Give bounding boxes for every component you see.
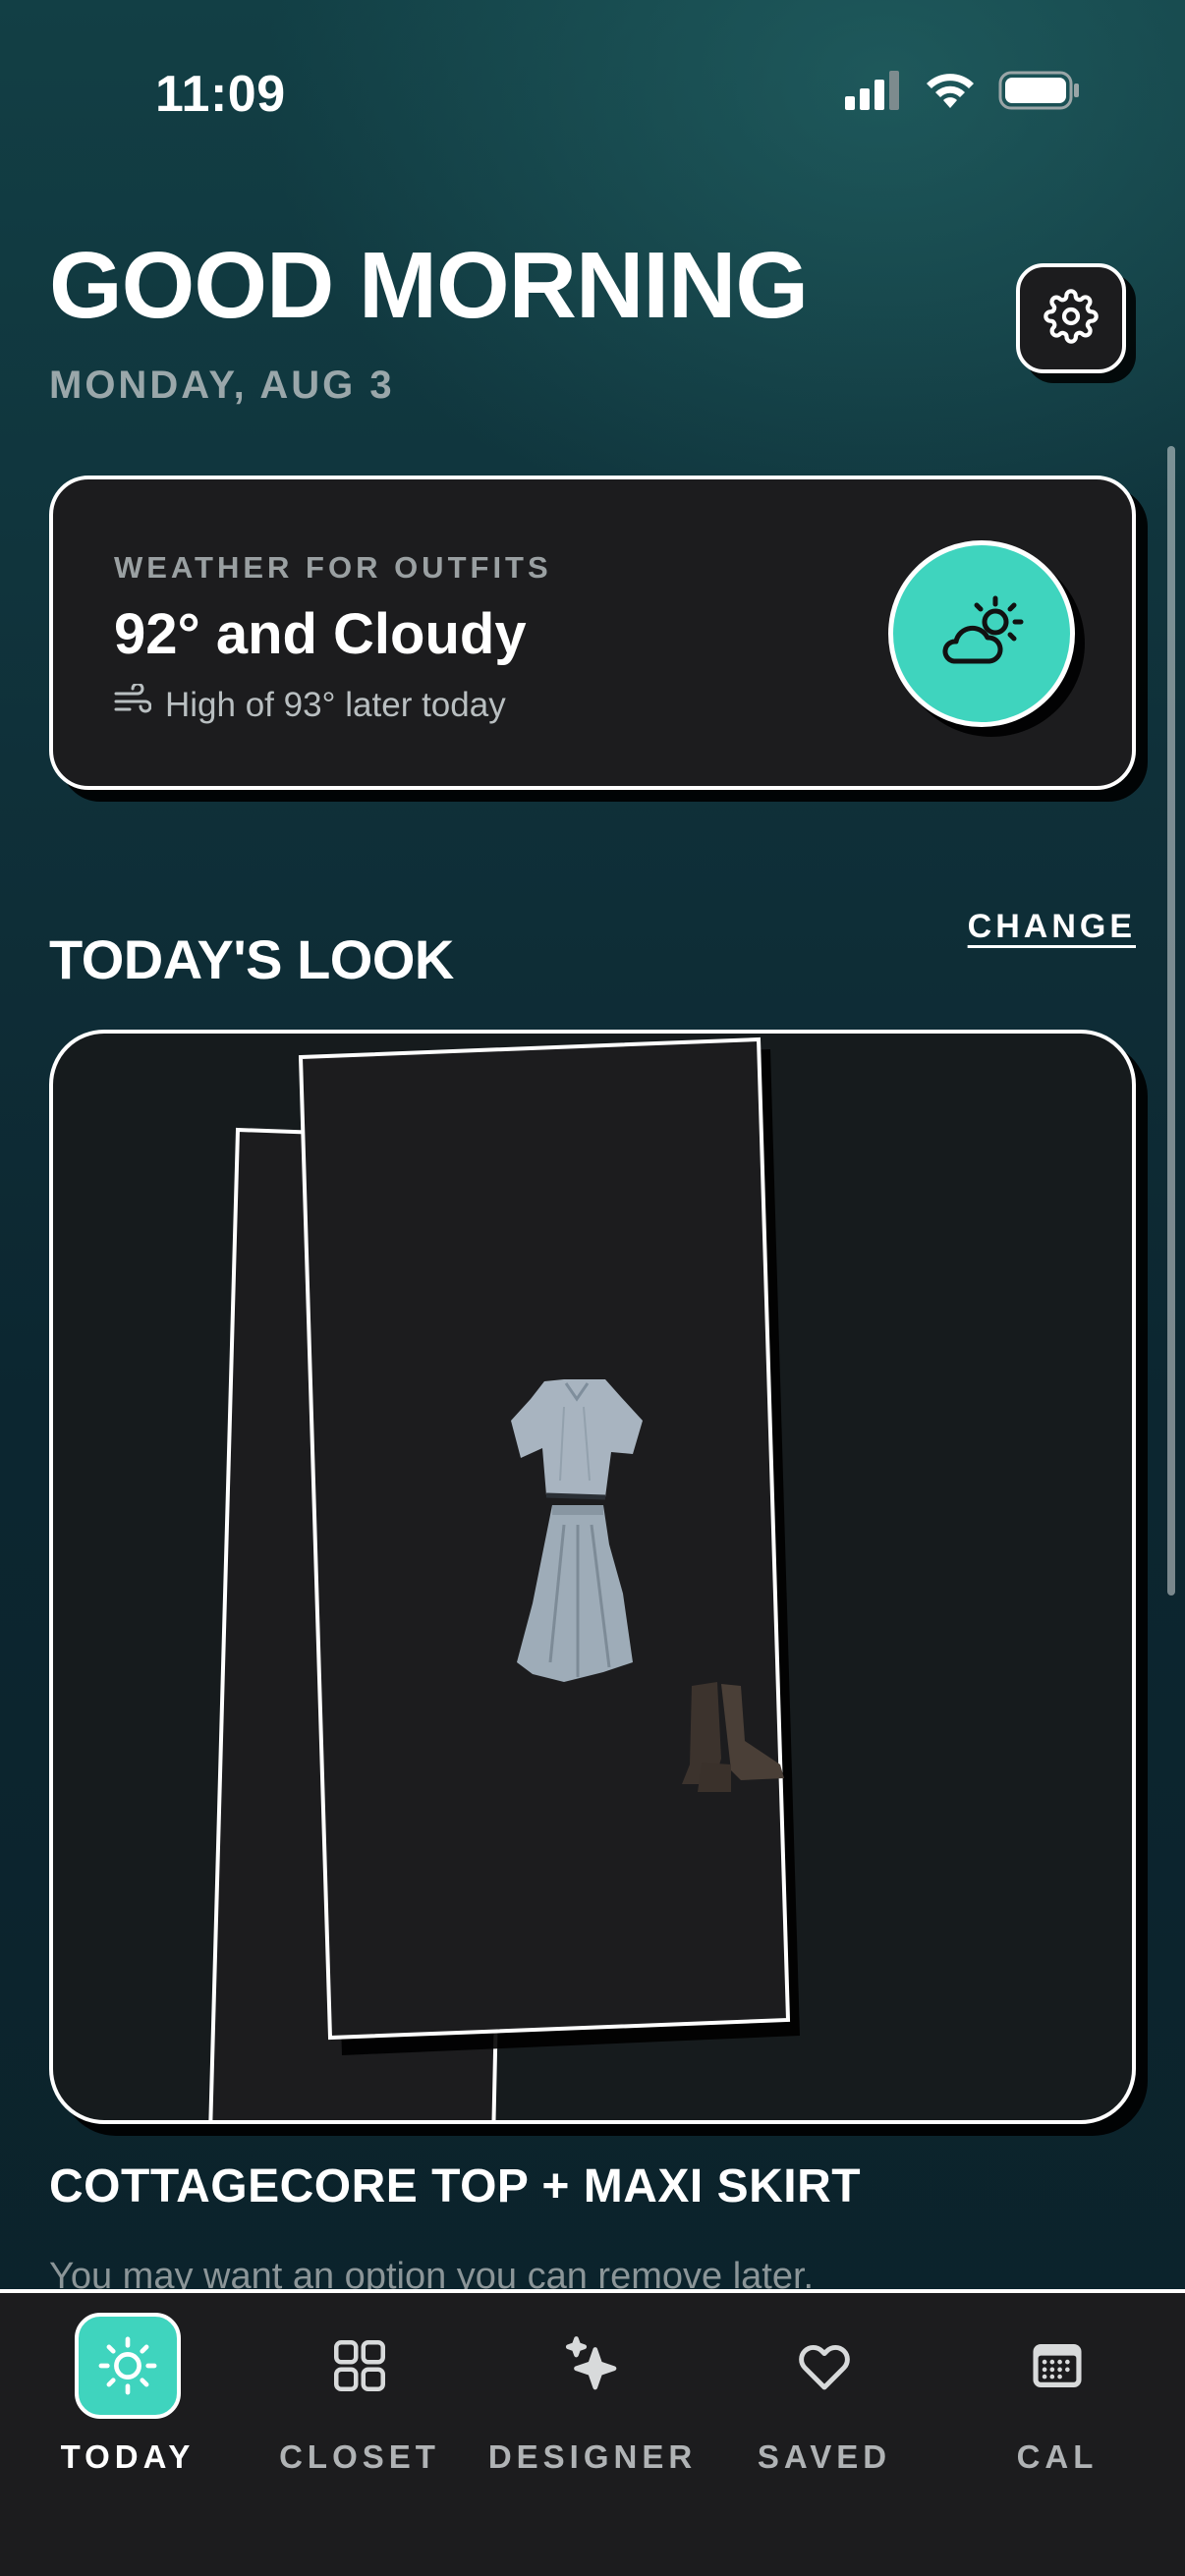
settings-button[interactable] xyxy=(1016,263,1126,373)
look-card[interactable] xyxy=(49,1030,1136,2124)
weather-subtitle: High of 93° later today xyxy=(165,685,506,724)
sparkles-icon xyxy=(539,2313,646,2419)
signal-icon xyxy=(845,71,902,115)
tab-designer[interactable]: DESIGNER xyxy=(484,2313,701,2529)
section-title-todays-look: TODAY'S LOOK xyxy=(49,928,454,990)
heart-icon xyxy=(771,2313,877,2419)
change-link[interactable]: CHANGE xyxy=(968,908,1136,946)
weather-badge xyxy=(888,540,1075,727)
tab-closet[interactable]: CLOSET xyxy=(252,2313,468,2529)
tab-label-designer: DESIGNER xyxy=(487,2438,698,2475)
battery-icon xyxy=(998,71,1081,115)
tab-cal[interactable]: CAL xyxy=(949,2313,1165,2529)
wifi-icon xyxy=(924,71,977,115)
date-label: MONDAY, AUG 3 xyxy=(49,364,395,407)
calendar-icon xyxy=(1004,2313,1110,2419)
gear-icon xyxy=(1044,288,1099,349)
weather-caption: WEATHER FOR OUTFITS xyxy=(114,550,552,585)
tab-label-closet: CLOSET xyxy=(279,2438,440,2475)
weather-card[interactable]: WEATHER FOR OUTFITS 92° and Cloudy High … xyxy=(49,476,1136,790)
tab-label-cal: CAL xyxy=(1016,2438,1099,2475)
tab-today[interactable]: TODAY xyxy=(20,2313,236,2529)
status-time: 11:09 xyxy=(155,66,286,123)
outfit-name: COTTAGECORE TOP + MAXI SKIRT xyxy=(49,2160,862,2212)
weather-title: 92° and Cloudy xyxy=(114,602,527,666)
sun-icon xyxy=(75,2313,181,2419)
status-bar: 11:09 xyxy=(0,0,1185,196)
status-icons xyxy=(845,71,1081,115)
tab-bar: TODAY CLOSET DESIGNER SAVED CAL xyxy=(0,2289,1185,2576)
tab-label-today: TODAY xyxy=(60,2438,196,2475)
tab-label-saved: SAVED xyxy=(757,2438,892,2475)
greeting-title: GOOD MORNING xyxy=(49,233,809,338)
front-outfit-card xyxy=(298,1036,791,2041)
partly-cloudy-icon xyxy=(932,592,1031,676)
scroll-indicator[interactable] xyxy=(1167,446,1175,1596)
outfit-stack xyxy=(208,1036,800,2120)
weather-subtitle-row: High of 93° later today xyxy=(114,682,506,726)
grid-icon xyxy=(307,2313,413,2419)
tab-saved[interactable]: SAVED xyxy=(716,2313,932,2529)
wind-icon xyxy=(114,682,152,726)
